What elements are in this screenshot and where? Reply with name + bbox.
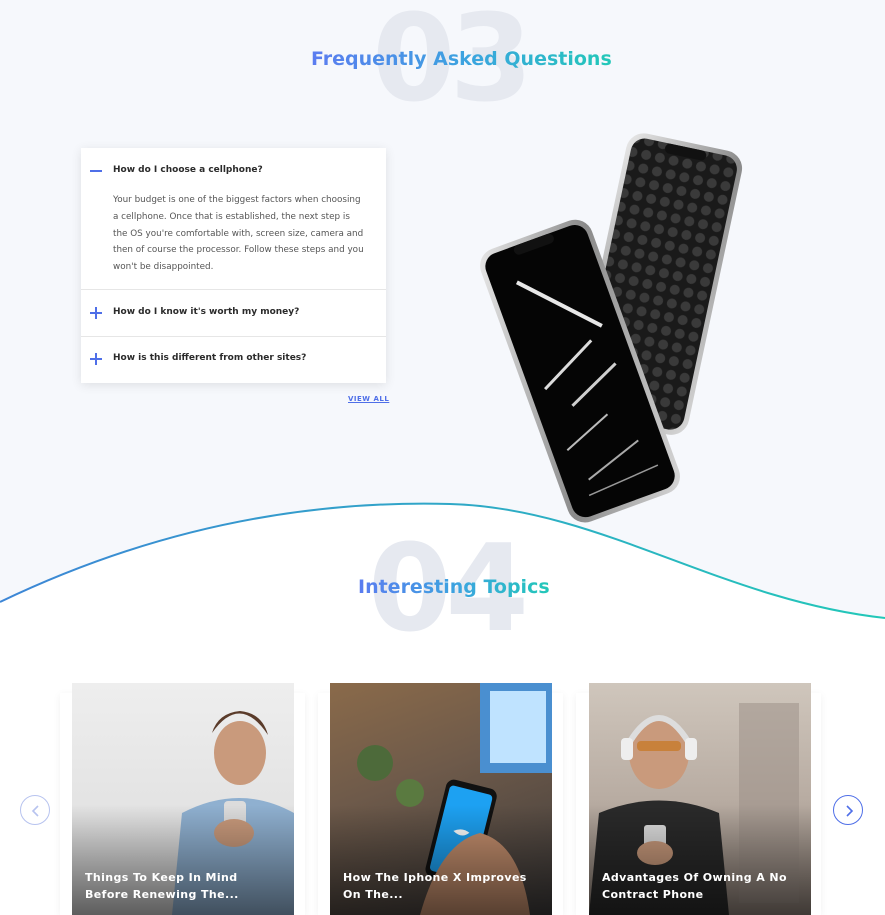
plus-icon[interactable] bbox=[90, 307, 102, 319]
faq-question[interactable]: How is this different from other sites? bbox=[113, 353, 306, 363]
faq-question[interactable]: How do I choose a cellphone? bbox=[113, 165, 263, 175]
chevron-left-icon bbox=[31, 805, 39, 817]
topics-section-title: Interesting Topics bbox=[358, 576, 550, 598]
faq-item-choose-cellphone[interactable]: How do I choose a cellphone? Your budget… bbox=[81, 148, 386, 290]
topic-card-2[interactable]: How The Iphone X Improves On The... bbox=[330, 683, 552, 915]
phones-illustration bbox=[480, 133, 743, 523]
topic-card-title[interactable]: How The Iphone X Improves On The... bbox=[343, 869, 543, 903]
faq-accordion: How do I choose a cellphone? Your budget… bbox=[81, 148, 386, 383]
carousel-prev-button[interactable] bbox=[20, 795, 50, 825]
topic-card-title[interactable]: Advantages Of Owning A No Contract Phone bbox=[602, 869, 802, 903]
chevron-right-icon bbox=[846, 805, 854, 817]
faq-section-title: Frequently Asked Questions bbox=[311, 48, 612, 70]
topic-card-title[interactable]: Things To Keep In Mind Before Renewing T… bbox=[85, 869, 285, 903]
view-all-link[interactable]: VIEW ALL bbox=[348, 395, 389, 403]
topic-card-3[interactable]: Advantages Of Owning A No Contract Phone bbox=[589, 683, 811, 915]
faq-item-worth-money[interactable]: How do I know it's worth my money? bbox=[81, 290, 386, 337]
carousel-next-button[interactable] bbox=[833, 795, 863, 825]
minus-icon[interactable] bbox=[90, 165, 102, 177]
faq-answer: Your budget is one of the biggest factor… bbox=[113, 195, 364, 273]
plus-icon[interactable] bbox=[90, 353, 102, 365]
topic-card-1[interactable]: Things To Keep In Mind Before Renewing T… bbox=[72, 683, 294, 915]
faq-item-different-sites[interactable]: How is this different from other sites? bbox=[81, 337, 386, 383]
faq-question[interactable]: How do I know it's worth my money? bbox=[113, 307, 299, 317]
